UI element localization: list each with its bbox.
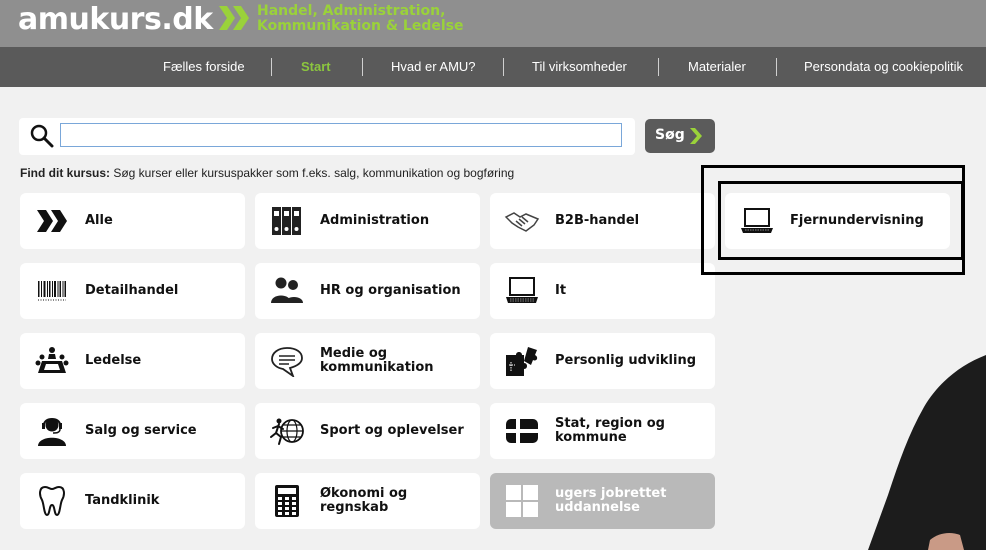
- category-label: Sport og oplevelser: [320, 423, 464, 438]
- highlight-box-inner: [718, 181, 964, 260]
- double-chevron-icon: [37, 210, 67, 232]
- binders-icon: [272, 207, 301, 235]
- speech-bubble-icon: [271, 347, 303, 377]
- barcode-icon: [38, 281, 66, 301]
- nav-item-hvad-er-amu[interactable]: Hvad er AMU?: [391, 47, 476, 87]
- category-tandklinik[interactable]: Tandklinik: [20, 473, 245, 529]
- category-personlig-udvikling[interactable]: Personlig udvikling: [490, 333, 715, 389]
- category-label: Detailhandel: [85, 283, 179, 298]
- category-it[interactable]: It: [490, 263, 715, 319]
- category-label: Salg og service: [85, 423, 197, 438]
- search-button-label: Søg: [655, 127, 685, 143]
- search-hint: Find dit kursus: Søg kurser eller kursus…: [20, 166, 514, 180]
- nav-item-til-virksomheder[interactable]: Til virksomheder: [532, 47, 627, 87]
- nav-divider: [503, 58, 504, 76]
- category-salg-og-service[interactable]: Salg og service: [20, 403, 245, 459]
- main-nav: Fælles forside Start Hvad er AMU? Til vi…: [0, 47, 986, 87]
- category-label: Tandklinik: [85, 493, 160, 508]
- tagline-line-1: Handel, Administration,: [257, 3, 446, 19]
- nav-divider: [271, 58, 272, 76]
- category-stat-region-og-kommune[interactable]: Stat, region og kommune: [490, 403, 715, 459]
- nav-divider: [362, 58, 363, 76]
- category-ledelse[interactable]: Ledelse: [20, 333, 245, 389]
- puzzle-icon: [506, 347, 538, 376]
- category-label: Medie og kommunikation: [320, 346, 434, 375]
- category-label: ugers jobrettet uddannelse: [555, 486, 667, 515]
- nav-item-materialer[interactable]: Materialer: [688, 47, 746, 87]
- category-label: Administration: [320, 213, 430, 228]
- site-header: amukurs.dk Handel, Administration, Kommu…: [0, 0, 986, 47]
- search-input[interactable]: [60, 123, 622, 147]
- category-label: It: [555, 283, 567, 298]
- category-alle[interactable]: Alle: [20, 193, 245, 249]
- category-label: Alle: [85, 213, 113, 228]
- logo-arrows-icon: [219, 6, 249, 30]
- flag-icon: [506, 419, 538, 443]
- category-administration[interactable]: Administration: [255, 193, 480, 249]
- category-sport-og-oplevelser[interactable]: Sport og oplevelser: [255, 403, 480, 459]
- category-okonomi-og-regnskab[interactable]: Økonomi og regnskab: [255, 473, 480, 529]
- nav-item-start[interactable]: Start: [301, 47, 331, 87]
- category-label: Stat, region og kommune: [555, 416, 665, 445]
- category-label: HR og organisation: [320, 283, 461, 298]
- search-hint-label: Find dit kursus:: [20, 166, 110, 180]
- category-label: Personlig udvikling: [555, 353, 697, 368]
- category-hr-og-organisation[interactable]: HR og organisation: [255, 263, 480, 319]
- person-photo: [868, 355, 986, 550]
- meeting-icon: [35, 347, 69, 373]
- category-label: B2B-handel: [555, 213, 640, 228]
- handshake-icon: [504, 212, 540, 232]
- nav-divider: [776, 58, 777, 76]
- nav-item-faelles-forside[interactable]: Fælles forside: [163, 47, 245, 87]
- site-logo[interactable]: amukurs.dk: [18, 2, 213, 38]
- tagline-line-2: Kommunikation & Ledelse: [257, 18, 464, 34]
- search-hint-text: Søg kurser eller kursuspakker som f.eks.…: [113, 166, 515, 180]
- category-label: Økonomi og regnskab: [320, 486, 408, 515]
- category-detailhandel[interactable]: Detailhandel: [20, 263, 245, 319]
- nav-divider: [658, 58, 659, 76]
- category-b2b-handel[interactable]: B2B-handel: [490, 193, 715, 249]
- search-icon: [30, 124, 54, 148]
- category-ugers-jobrettet-uddannelse[interactable]: ugers jobrettet uddannelse: [490, 473, 715, 529]
- search-button[interactable]: Søg: [645, 119, 715, 153]
- chevron-right-icon: [690, 128, 702, 144]
- category-label: Ledelse: [85, 353, 142, 368]
- nav-item-persondata[interactable]: Persondata og cookiepolitik: [804, 47, 963, 87]
- category-medie-og-kommunikation[interactable]: Medie og kommunikation: [255, 333, 480, 389]
- headset-person-icon: [38, 418, 66, 446]
- calculator-icon: [275, 485, 299, 517]
- laptop-icon: [506, 277, 538, 303]
- runner-globe-icon: [270, 418, 304, 445]
- site-tagline: Handel, Administration, Kommunikation & …: [257, 4, 463, 34]
- tooth-icon: [39, 485, 65, 517]
- grid-icon: [506, 485, 538, 517]
- people-icon: [271, 277, 303, 303]
